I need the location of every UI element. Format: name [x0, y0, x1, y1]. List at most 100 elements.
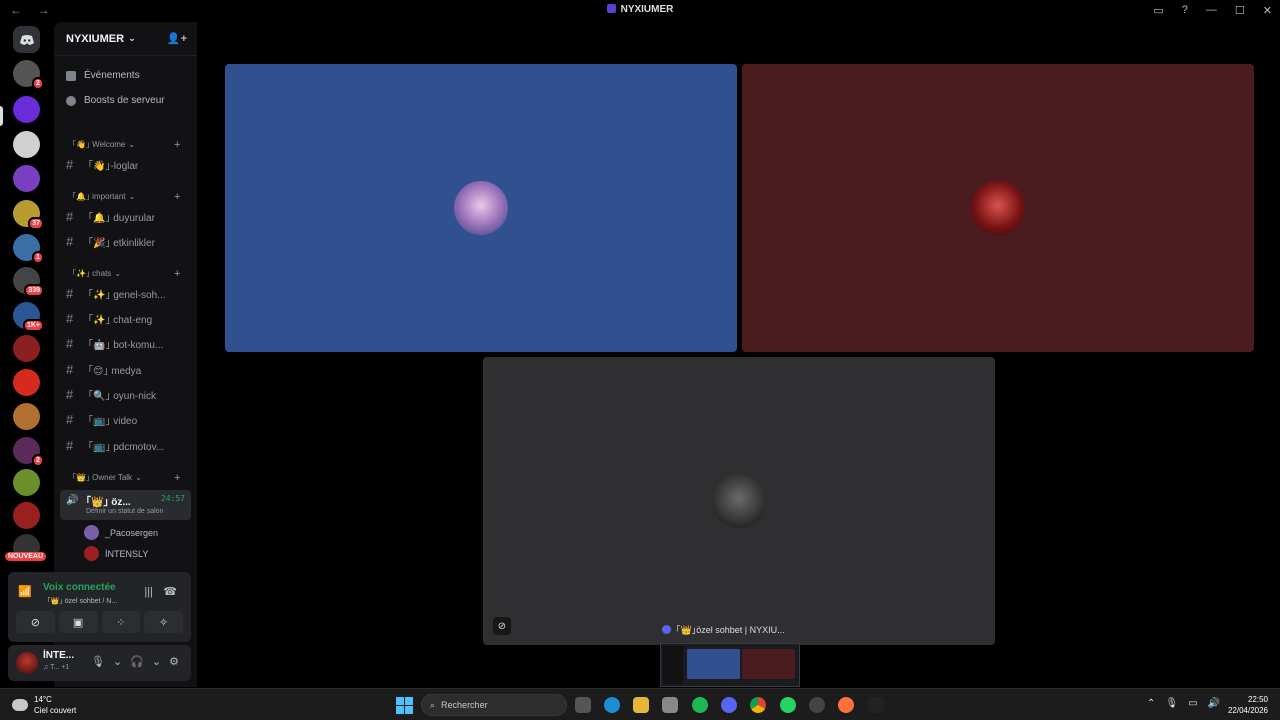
avatar	[84, 546, 99, 561]
participant-tile[interactable]	[225, 64, 737, 352]
network-icon[interactable]: ▭	[1188, 698, 1197, 709]
hash-icon: #	[66, 157, 74, 172]
store-icon[interactable]	[662, 697, 678, 713]
task-view-icon[interactable]	[575, 697, 591, 713]
server-icon[interactable]: 339	[13, 267, 44, 297]
inbox-icon[interactable]: ▭	[1153, 4, 1163, 17]
terminal-icon[interactable]	[868, 697, 884, 713]
close-button[interactable]: ✕	[1263, 4, 1272, 17]
camera-off-button[interactable]: ⊘	[16, 611, 55, 633]
microphone-icon[interactable]: 🎙	[1165, 698, 1178, 709]
channel-bot-komut[interactable]: # ｢🤖｣ bot-komu...	[66, 336, 191, 351]
voice-channel-active[interactable]: 🔊 ｢👑｣ öz... 24:57 Définir un statut de s…	[60, 490, 191, 520]
disconnect-icon[interactable]: ☎	[163, 585, 177, 598]
discord-icon[interactable]	[13, 26, 40, 53]
search-icon: ⌕	[430, 699, 436, 710]
spotify-icon[interactable]	[692, 697, 708, 713]
noise-suppression-icon[interactable]: |||	[144, 586, 153, 598]
server-header[interactable]: NYXIUMER ⌄ 👤+	[54, 22, 197, 56]
avatar	[712, 474, 766, 528]
signal-icon[interactable]: 📶	[18, 585, 34, 601]
hash-icon: #	[66, 311, 74, 326]
participant-tile[interactable]: ⊘	[483, 357, 995, 645]
minimize-button[interactable]: —	[1206, 4, 1217, 17]
category-owner-talk[interactable]: ｢👑｣ Owner Talk ⌄ +	[72, 472, 180, 484]
channel-loglar[interactable]: # ｢👋｣-loglar	[66, 157, 191, 172]
activities-button[interactable]: ⁘	[101, 611, 141, 633]
chevron-up-icon[interactable]: ⌃	[1147, 698, 1155, 709]
server-icon[interactable]	[13, 469, 40, 496]
channel-genel-sohbet[interactable]: # ｢✨｣ genel-soh...	[66, 286, 191, 301]
voice-user[interactable]: _Pacosergen	[84, 525, 158, 540]
user-panel: İNTE... ♫ T... +1 🎙 ⌄ 🎧 ⌄ ⚙	[8, 645, 191, 681]
edge-icon[interactable]	[604, 697, 620, 713]
channel-duyurular[interactable]: # ｢🔔｣ duyurular	[66, 209, 191, 224]
channel-oyun-nick[interactable]: # ｢🔍｣ oyun-nick	[66, 387, 191, 402]
calendar-icon	[66, 70, 76, 81]
invite-people-icon[interactable]: 👤+	[167, 32, 187, 45]
voice-status[interactable]: Voix connectée	[43, 582, 116, 593]
share-screen-button[interactable]: ▣	[58, 611, 98, 633]
server-icon[interactable]	[13, 369, 40, 396]
username[interactable]: İNTE...	[43, 650, 74, 661]
channel-chat-eng[interactable]: # ｢✨｣ chat-eng	[66, 311, 191, 326]
user-status: ♫ T... +1	[43, 664, 70, 671]
windows-start-icon[interactable]	[396, 697, 413, 714]
hash-icon: #	[66, 387, 74, 402]
server-icon[interactable]: 1	[13, 234, 44, 264]
participant-tile[interactable]	[742, 64, 1254, 352]
category-welcome[interactable]: ｢👋｣ Welcome ⌄ +	[72, 139, 180, 151]
add-channel-icon[interactable]: +	[174, 472, 180, 484]
server-icon[interactable]	[13, 403, 40, 430]
chrome-icon[interactable]	[750, 697, 766, 713]
steam-icon[interactable]	[809, 697, 825, 713]
stream-thumbnail[interactable]	[660, 643, 800, 687]
add-channel-icon[interactable]: +	[174, 191, 180, 203]
events-item[interactable]: Événements	[66, 70, 140, 81]
channel-etkinlikler[interactable]: # ｢🎉｣ etkinlikler	[66, 234, 191, 249]
chevron-down-icon[interactable]: ⌄	[113, 655, 122, 668]
server-icon[interactable]	[13, 96, 40, 123]
volume-icon[interactable]: 🔊	[1208, 698, 1220, 709]
channel-medya[interactable]: # ｢😊｣ medya	[66, 362, 191, 377]
hash-icon: #	[66, 234, 74, 249]
add-channel-icon[interactable]: +	[174, 139, 180, 151]
channel-video[interactable]: # ｢📺｣ video	[66, 412, 191, 427]
chevron-down-icon[interactable]: ⌄	[152, 655, 161, 668]
server-icon[interactable]: 37	[13, 200, 44, 230]
voice-user[interactable]: İNTENSLY	[84, 546, 148, 561]
headphones-icon[interactable]: 🎧	[130, 655, 144, 668]
file-explorer-icon[interactable]	[633, 697, 649, 713]
speaker-icon: 🔊	[66, 495, 79, 506]
server-icon[interactable]: 2	[13, 60, 44, 90]
server-icon[interactable]	[13, 502, 40, 529]
taskbar-search[interactable]: ⌕ Rechercher	[421, 694, 567, 716]
hash-icon: #	[66, 362, 74, 377]
set-status-link[interactable]: Définir un statut de salon	[86, 508, 163, 515]
taskbar: 14°C Ciel couvert ⌕ Rechercher ⌃ 🎙 ▭ 🔊 22…	[0, 688, 1280, 720]
avatar[interactable]	[16, 652, 38, 674]
microphone-icon[interactable]: 🎙	[91, 655, 105, 668]
category-important[interactable]: ｢🔔｣ important ⌄ +	[72, 191, 180, 203]
clock[interactable]: 22:50 22/04/2026	[1228, 694, 1268, 716]
soundboard-button[interactable]: ✧	[144, 611, 183, 633]
voice-channel-name[interactable]: ｢👑｣ özel sohbet / N...	[47, 596, 117, 606]
channel-pdcmotov[interactable]: # ｢📺｣ pdcmotov...	[66, 438, 191, 453]
add-channel-icon[interactable]: +	[174, 268, 180, 280]
whatsapp-icon[interactable]	[780, 697, 796, 713]
server-icon[interactable]	[13, 131, 40, 158]
help-icon[interactable]: ?	[1182, 4, 1188, 17]
server-icon[interactable]	[13, 335, 40, 362]
weather-widget[interactable]: 14°C Ciel couvert	[12, 694, 76, 716]
server-icon[interactable]	[13, 165, 40, 192]
category-chats[interactable]: ｢✨｣ chats ⌄ +	[72, 268, 180, 280]
server-icon[interactable]: 2	[13, 437, 44, 467]
settings-gear-icon[interactable]: ⚙	[169, 655, 179, 668]
discord-taskbar-icon[interactable]	[721, 697, 737, 713]
maximize-button[interactable]: ☐	[1235, 4, 1245, 17]
server-icon[interactable]: 1K+	[13, 302, 44, 332]
server-icon	[606, 4, 616, 13]
firefox-icon[interactable]	[838, 697, 854, 713]
server-boosts-item[interactable]: Boosts de serveur	[66, 95, 165, 106]
voice-timer: 24:57	[160, 494, 185, 503]
